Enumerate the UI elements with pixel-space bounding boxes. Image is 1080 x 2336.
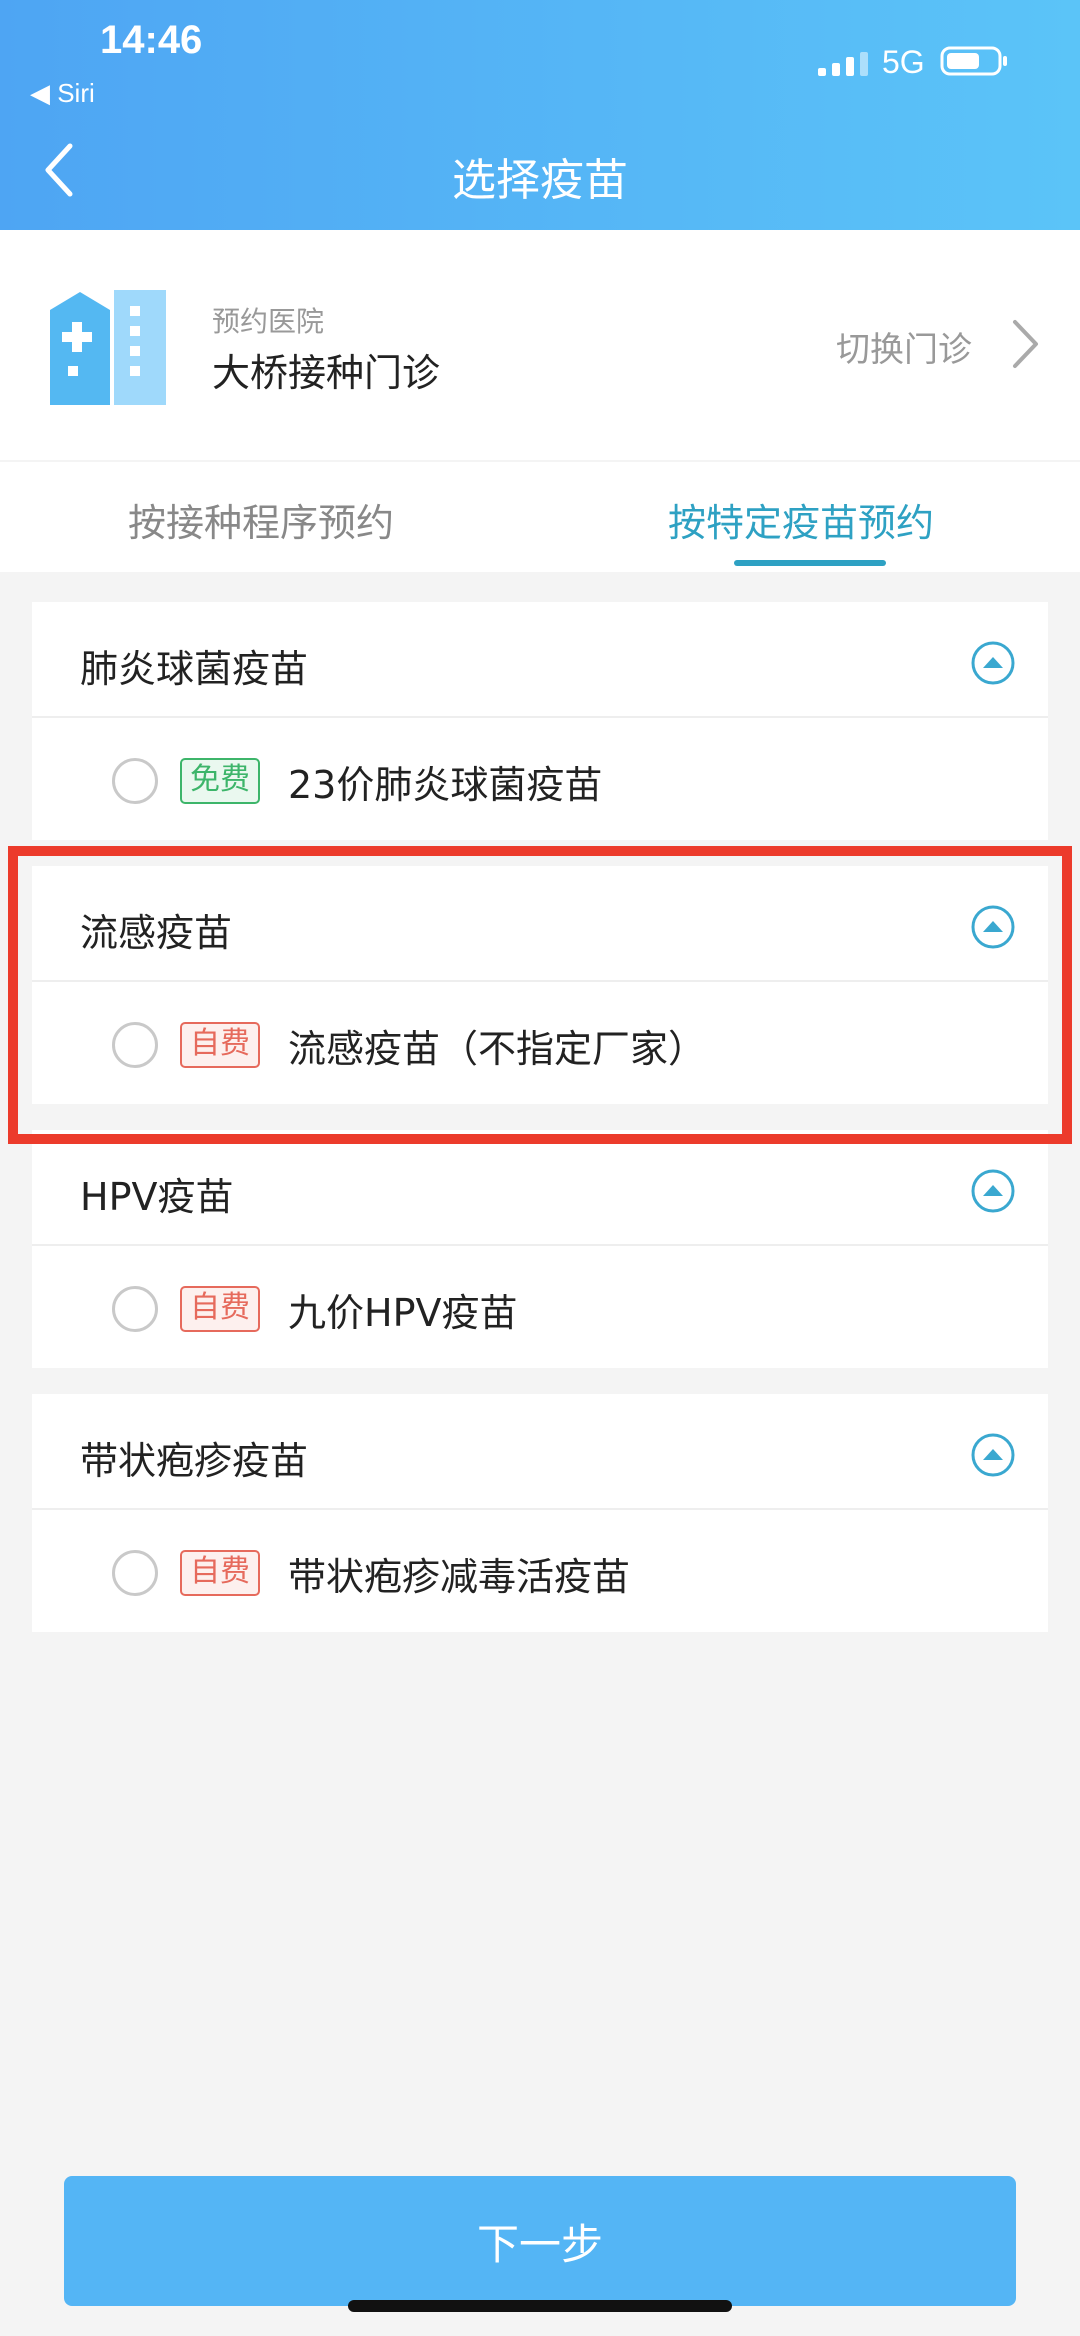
chevron-right-icon[interactable] (1010, 318, 1040, 370)
vaccine-item[interactable]: 自费 九价HPV疫苗 (32, 1248, 1048, 1368)
vaccine-item[interactable]: 自费 带状疱疹减毒活疫苗 (32, 1512, 1048, 1632)
collapse-arrow-icon[interactable] (970, 1168, 1016, 1214)
network-label: 5G (882, 44, 925, 80)
status-time: 14:46 (100, 18, 203, 62)
group-title: 带状疱疹疫苗 (80, 1439, 309, 1483)
collapse-arrow-icon[interactable] (970, 1432, 1016, 1478)
signal-icon (818, 52, 868, 76)
vaccine-item[interactable]: 免费 23价肺炎球菌疫苗 (32, 720, 1048, 840)
vaccine-group-hpv: HPV疫苗 自费 九价HPV疫苗 (32, 1130, 1048, 1368)
tab-bar: 按接种程序预约 按特定疫苗预约 (0, 462, 1080, 572)
vaccine-group-pneumococcal: 肺炎球菌疫苗 免费 23价肺炎球菌疫苗 (32, 602, 1048, 840)
vaccine-name: 带状疱疹减毒活疫苗 (288, 1555, 631, 1599)
group-header[interactable]: HPV疫苗 (32, 1130, 1048, 1246)
next-step-button[interactable]: 下一步 (64, 2176, 1016, 2306)
switch-clinic-button[interactable]: 切换门诊 (836, 322, 972, 371)
hospital-building-icon (50, 290, 166, 405)
hospital-caption: 预约医院 (212, 305, 325, 338)
self-pay-tag: 自费 (180, 1286, 260, 1332)
highlight-box (8, 846, 1072, 1144)
group-title: 肺炎球菌疫苗 (80, 647, 309, 691)
tab-by-vaccine[interactable]: 按特定疫苗预约 (668, 492, 934, 547)
page-title: 选择疫苗 (452, 155, 628, 206)
hospital-name: 大桥接种门诊 (212, 351, 441, 395)
radio-button[interactable] (112, 758, 158, 804)
free-tag: 免费 (180, 758, 260, 804)
back-to-siri-link[interactable]: ◀ Siri (30, 78, 95, 109)
tab-by-schedule[interactable]: 按接种程序预约 (128, 492, 394, 547)
hospital-card: 预约医院 大桥接种门诊 切换门诊 (0, 230, 1080, 460)
header: 14:46 ◀ Siri 5G 选择疫苗 (0, 0, 1080, 230)
active-tab-indicator (734, 560, 886, 566)
collapse-arrow-icon[interactable] (970, 640, 1016, 686)
vaccine-name: 九价HPV疫苗 (288, 1291, 518, 1335)
vaccine-name: 23价肺炎球菌疫苗 (288, 763, 603, 807)
battery-icon (940, 46, 1007, 76)
vaccine-group-shingles: 带状疱疹疫苗 自费 带状疱疹减毒活疫苗 (32, 1394, 1048, 1632)
group-title: HPV疫苗 (80, 1175, 234, 1219)
group-header[interactable]: 带状疱疹疫苗 (32, 1394, 1048, 1510)
self-pay-tag: 自费 (180, 1550, 260, 1596)
radio-button[interactable] (112, 1286, 158, 1332)
home-indicator (348, 2300, 732, 2312)
group-header[interactable]: 肺炎球菌疫苗 (32, 602, 1048, 718)
radio-button[interactable] (112, 1550, 158, 1596)
